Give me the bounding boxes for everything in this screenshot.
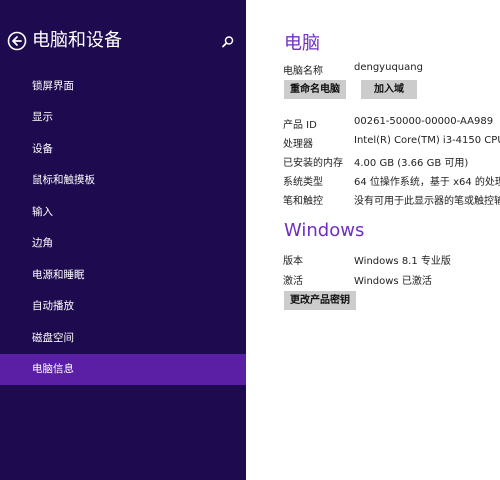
search-button[interactable] <box>221 34 235 48</box>
sidebar-item-devices[interactable]: 设备 <box>0 134 246 165</box>
pc-name-value: dengyuquang <box>354 62 423 73</box>
ram-label: 已安装的内存 <box>283 158 343 169</box>
processor-label: 处理器 <box>283 139 313 150</box>
activation-value: Windows 已激活 <box>354 276 432 287</box>
product-id-value: 00261-50000-00000-AA989 <box>354 116 494 127</box>
pc-name-label: 电脑名称 <box>283 66 323 77</box>
product-id-label: 产品 ID <box>283 120 317 131</box>
back-arrow-circle-icon <box>7 31 27 51</box>
back-button[interactable] <box>7 31 27 51</box>
sidebar-item-typing[interactable]: 输入 <box>0 197 246 228</box>
sidebar-item-pc-info[interactable]: 电脑信息 <box>0 354 246 385</box>
sidebar-item-power-sleep[interactable]: 电源和睡眠 <box>0 260 246 291</box>
processor-value: Intel(R) Core(TM) i3-4150 CPU @ <box>354 135 500 146</box>
join-domain-button[interactable]: 加入域 <box>361 80 417 99</box>
sidebar-title: 电脑和设备 <box>32 30 122 51</box>
sidebar: 电脑和设备 锁屏界面 显示 设备 鼠标和触摸板 输入 边角 电源和睡眠 自动播放… <box>0 0 246 480</box>
sidebar-item-lock-screen[interactable]: 锁屏界面 <box>0 71 246 102</box>
sidebar-item-autoplay[interactable]: 自动播放 <box>0 291 246 322</box>
pen-touch-label: 笔和触控 <box>283 196 323 207</box>
sidebar-header: 电脑和设备 <box>7 28 241 54</box>
system-type-value: 64 位操作系统，基于 x64 的处理器 <box>354 177 500 188</box>
system-type-label: 系统类型 <box>283 177 323 188</box>
rename-pc-button[interactable]: 重命名电脑 <box>284 80 346 99</box>
edition-label: 版本 <box>283 256 303 267</box>
sidebar-item-disk-space[interactable]: 磁盘空间 <box>0 323 246 354</box>
windows-heading: Windows <box>284 220 365 241</box>
activation-label: 激活 <box>283 276 303 287</box>
sidebar-item-display[interactable]: 显示 <box>0 102 246 133</box>
edition-value: Windows 8.1 专业版 <box>354 256 451 267</box>
sidebar-item-corners[interactable]: 边角 <box>0 228 246 259</box>
sidebar-item-mouse-touchpad[interactable]: 鼠标和触摸板 <box>0 165 246 196</box>
pc-heading: 电脑 <box>284 33 320 54</box>
search-icon <box>222 36 234 48</box>
main-content: 电脑 电脑名称 dengyuquang 重命名电脑 加入域 产品 ID 0026… <box>246 0 500 480</box>
ram-value: 4.00 GB (3.66 GB 可用) <box>354 158 469 169</box>
change-product-key-button[interactable]: 更改产品密钥 <box>284 291 356 310</box>
pen-touch-value: 没有可用于此显示器的笔或触控输入 <box>354 196 500 207</box>
